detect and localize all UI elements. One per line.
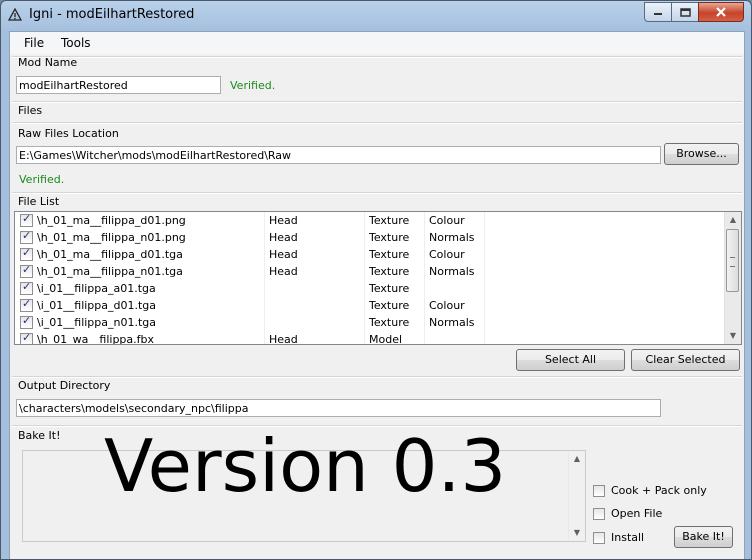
file-name: \i_01__filippa_n01.tga	[37, 316, 157, 329]
checkbox-box[interactable]	[593, 508, 605, 520]
file-type: Texture	[369, 299, 410, 312]
row-checkbox[interactable]	[20, 297, 33, 312]
file-list-scrollbar[interactable]: ▲ ▼	[724, 212, 741, 344]
mod-name-input[interactable]: modEilhartRestored	[16, 76, 221, 94]
divider	[12, 101, 742, 103]
file-type: Texture	[369, 248, 410, 261]
file-name: \h_01_ma__filippa_d01.png	[37, 214, 186, 227]
table-row[interactable]: \h_01_wa__filippa.fbx Head Model	[15, 331, 723, 345]
file-type: Texture	[369, 214, 410, 227]
file-name: \h_01_wa__filippa.fbx	[37, 333, 155, 345]
table-row[interactable]: \h_01_ma__filippa_n01.png Head Texture Norm…	[15, 229, 723, 246]
bake-section-label: Bake It!	[18, 429, 61, 442]
file-group: Head	[269, 231, 298, 244]
grip-icon	[730, 257, 735, 267]
scroll-up-icon[interactable]: ▲	[569, 451, 585, 467]
output-directory-input[interactable]: \characters\models\secondary_npc\filippa	[16, 399, 661, 417]
browse-button[interactable]: Browse...	[664, 143, 739, 165]
file-group: Head	[269, 248, 298, 261]
scroll-up-icon[interactable]: ▲	[725, 212, 741, 228]
menu-bar: File Tools	[10, 32, 744, 54]
select-all-button[interactable]: Select All	[516, 349, 625, 371]
table-row[interactable]: \i_01__filippa_d01.tga Texture Colour	[15, 297, 723, 314]
title-bar[interactable]: Igni - modEilhartRestored	[1, 1, 751, 29]
file-type: Texture	[369, 231, 410, 244]
file-kind: Normals	[429, 316, 475, 329]
menu-tools[interactable]: Tools	[61, 36, 91, 50]
minimize-icon	[654, 13, 662, 15]
main-form: File Tools Mod Name modEilhartRestored V…	[9, 31, 745, 559]
close-button[interactable]	[698, 2, 744, 22]
scroll-thumb[interactable]	[726, 229, 739, 292]
scroll-down-icon[interactable]: ▼	[569, 525, 585, 541]
raw-files-input[interactable]: E:\Games\Witcher\mods\modEilhartRestored…	[16, 146, 661, 164]
row-checkbox[interactable]	[20, 229, 33, 244]
open-file-label: Open File	[611, 507, 663, 520]
mod-name-label: Mod Name	[18, 56, 78, 69]
file-list-label: File List	[18, 195, 60, 208]
file-type: Model	[369, 333, 403, 345]
checkbox-box[interactable]	[593, 532, 605, 544]
file-kind: Colour	[429, 214, 465, 227]
file-group: Head	[269, 214, 298, 227]
app-warning-icon	[8, 8, 22, 21]
maximize-button[interactable]	[671, 2, 699, 22]
maximize-icon	[679, 7, 691, 17]
file-name: \h_01_ma__filippa_d01.tga	[37, 248, 183, 261]
cook-pack-label: Cook + Pack only	[611, 484, 707, 497]
scroll-down-icon[interactable]: ▼	[725, 328, 741, 344]
row-checkbox[interactable]	[20, 331, 33, 344]
table-row[interactable]: \h_01_ma__filippa_d01.tga Head Texture Colo…	[15, 246, 723, 263]
output-directory-label: Output Directory	[18, 379, 111, 392]
window-title: Igni - modEilhartRestored	[29, 7, 195, 22]
table-row[interactable]: \i_01__filippa_a01.tga Texture	[15, 280, 723, 297]
divider	[12, 376, 742, 378]
bake-log-scrollbar[interactable]: ▲ ▼	[568, 451, 585, 541]
file-list[interactable]: \h_01_ma__filippa_d01.png Head Texture Colo…	[14, 211, 742, 345]
install-label: Install	[611, 531, 645, 544]
file-kind: Normals	[429, 231, 475, 244]
file-name: \i_01__filippa_d01.tga	[37, 299, 157, 312]
files-section-label: Files	[18, 104, 43, 117]
clear-selected-button[interactable]: Clear Selected	[631, 349, 740, 371]
table-row[interactable]: \h_01_ma__filippa_d01.png Head Texture Colo…	[15, 212, 723, 229]
row-checkbox[interactable]	[20, 246, 33, 261]
checkbox-box[interactable]	[593, 485, 605, 497]
raw-files-label: Raw Files Location	[18, 127, 119, 140]
file-kind: Colour	[429, 248, 465, 261]
version-overlay-text: Version 0.3	[104, 424, 507, 508]
raw-files-status: Verified.	[19, 173, 65, 186]
file-type: Texture	[369, 316, 410, 329]
file-name: \h_01_ma__filippa_n01.png	[37, 231, 186, 244]
divider	[12, 56, 742, 58]
file-type: Texture	[369, 265, 410, 278]
close-icon	[716, 7, 726, 17]
row-checkbox[interactable]	[20, 280, 33, 295]
file-kind: Colour	[429, 299, 465, 312]
file-name: \h_01_ma__filippa_n01.tga	[37, 265, 183, 278]
file-type: Texture	[369, 282, 410, 295]
file-group: Head	[269, 333, 298, 345]
table-row[interactable]: \i_01__filippa_n01.tga Texture Normals	[15, 314, 723, 331]
row-checkbox[interactable]	[20, 263, 33, 278]
divider	[12, 122, 742, 124]
row-checkbox[interactable]	[20, 212, 33, 227]
divider	[12, 192, 742, 194]
file-kind: Normals	[429, 265, 475, 278]
file-group: Head	[269, 265, 298, 278]
bake-button[interactable]: Bake It!	[674, 526, 733, 548]
menu-file[interactable]: File	[24, 36, 44, 50]
mod-name-status: Verified.	[230, 79, 276, 92]
minimize-button[interactable]	[644, 2, 672, 22]
row-checkbox[interactable]	[20, 314, 33, 329]
table-row[interactable]: \h_01_ma__filippa_n01.tga Head Texture Norm…	[15, 263, 723, 280]
app-window: Igni - modEilhartRestored File Tools Mod…	[0, 0, 752, 560]
file-name: \i_01__filippa_a01.tga	[37, 282, 156, 295]
